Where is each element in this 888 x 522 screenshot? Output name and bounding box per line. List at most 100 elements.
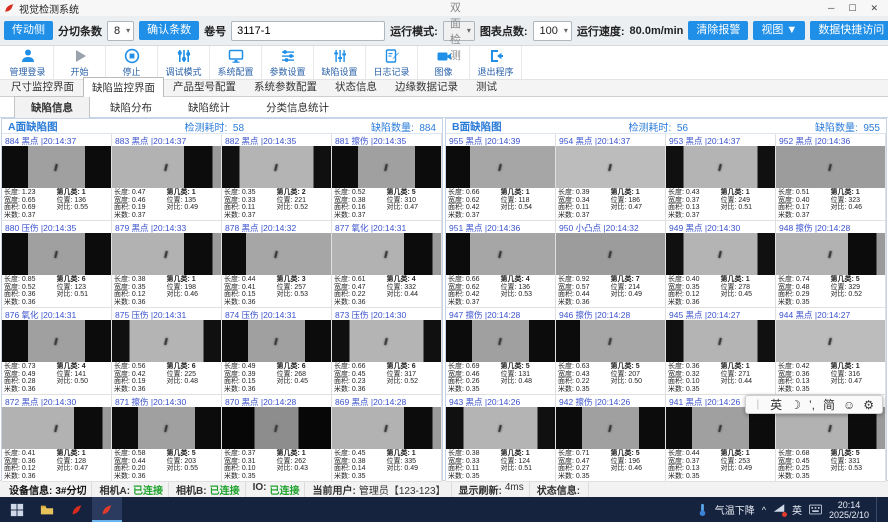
- defect-cell[interactable]: 946 擦伤 |20:14:28长度: 0.63宽度: 0.43面积: 0.22…: [556, 308, 666, 395]
- moon-icon[interactable]: ☽: [790, 398, 801, 412]
- view-menu-button[interactable]: 视图 ▼: [753, 21, 805, 40]
- defect-thumbnail-image[interactable]: [332, 320, 441, 362]
- smiley-icon[interactable]: ☺: [843, 398, 855, 412]
- tab-5[interactable]: 状态信息: [326, 76, 386, 96]
- ime-grip[interactable]: ❘: [754, 399, 762, 410]
- defect-cell[interactable]: 870 黑点 |20:14:28长度: 0.37宽度: 0.31面积: 0.10…: [222, 395, 332, 482]
- tab-1[interactable]: 尺寸监控界面: [2, 76, 83, 96]
- gear-icon[interactable]: ⚙: [863, 398, 874, 412]
- defect-thumbnail-image[interactable]: [666, 320, 775, 362]
- defect-cell[interactable]: 878 黑点 |20:14:32长度: 0.44宽度: 0.41面积: 0.15…: [222, 221, 332, 308]
- defect-cell[interactable]: 873 压伤 |20:14:30长度: 0.66宽度: 0.45面积: 0.23…: [332, 308, 442, 395]
- keyboard-icon[interactable]: [809, 504, 822, 515]
- action-exit[interactable]: 退出程序: [470, 46, 522, 79]
- defect-thumbnail-image[interactable]: [556, 233, 665, 275]
- defect-thumbnail-image[interactable]: [332, 233, 441, 275]
- defect-thumbnail-image[interactable]: [112, 233, 221, 275]
- app-icon-active[interactable]: [92, 497, 122, 522]
- defect-thumbnail-image[interactable]: [666, 233, 775, 275]
- language-indicator[interactable]: 英: [792, 502, 802, 517]
- defect-cell[interactable]: 876 氧化 |20:14:31长度: 0.73宽度: 0.49面积: 0.28…: [2, 308, 112, 395]
- quick-access-menu-button[interactable]: 数据快捷访问 ▼: [810, 21, 888, 40]
- defect-thumbnail-image[interactable]: [2, 146, 111, 188]
- defect-thumbnail-image[interactable]: [222, 320, 331, 362]
- weather-text[interactable]: 气温下降: [715, 502, 755, 517]
- defect-cell[interactable]: 955 黑点 |20:14:39长度: 0.66宽度: 0.62面积: 0.42…: [446, 134, 556, 221]
- defect-cell[interactable]: 871 擦伤 |20:14:30长度: 0.58宽度: 0.44面积: 0.20…: [112, 395, 222, 482]
- defect-cell[interactable]: 952 黑点 |20:14:36长度: 0.51宽度: 0.40面积: 0.17…: [776, 134, 886, 221]
- defect-cell[interactable]: 950 小凸点 |20:14:32长度: 0.92宽度: 0.57面积: 0.4…: [556, 221, 666, 308]
- file-explorer-button[interactable]: [32, 497, 62, 522]
- action-log[interactable]: 日志记录: [366, 46, 418, 79]
- defect-thumbnail-image[interactable]: [446, 146, 555, 188]
- defect-cell[interactable]: 943 黑点 |20:14:26长度: 0.38宽度: 0.33面积: 0.11…: [446, 395, 556, 482]
- clear-alarm-button[interactable]: 清除报警: [688, 21, 748, 40]
- subtab-1[interactable]: 缺陷信息: [14, 96, 90, 118]
- hidden-icons-button[interactable]: ^: [762, 505, 766, 515]
- tab-7[interactable]: 测试: [467, 76, 506, 96]
- minimize-button[interactable]: ─: [828, 3, 834, 14]
- app-icon-secondary[interactable]: [62, 497, 92, 522]
- side-left-button[interactable]: 传动侧: [4, 21, 53, 40]
- defect-thumbnail-image[interactable]: [112, 320, 221, 362]
- defect-thumbnail-image[interactable]: [332, 407, 441, 449]
- defect-cell[interactable]: 879 黑点 |20:14:33长度: 0.38宽度: 0.35面积: 0.12…: [112, 221, 222, 308]
- defect-cell[interactable]: 877 氧化 |20:14:31长度: 0.61宽度: 0.47面积: 0.22…: [332, 221, 442, 308]
- action-play[interactable]: 开始: [54, 46, 106, 79]
- tab-2[interactable]: 缺陷监控界面: [83, 77, 164, 97]
- action-user[interactable]: 管理登录: [2, 46, 54, 79]
- run-mode-select[interactable]: 双面检测 ▾: [443, 21, 475, 41]
- chart-points-select[interactable]: 100 ▾: [533, 21, 572, 41]
- defect-thumbnail-image[interactable]: [556, 146, 665, 188]
- defect-cell[interactable]: 880 压伤 |20:14:35长度: 0.85宽度: 0.52面积: 0.36…: [2, 221, 112, 308]
- defect-thumbnail-image[interactable]: [112, 146, 221, 188]
- defect-cell[interactable]: 872 黑点 |20:14:30长度: 0.41宽度: 0.36面积: 0.12…: [2, 395, 112, 482]
- action-stop[interactable]: 停止: [106, 46, 158, 79]
- action-defect-sliders[interactable]: 缺陷设置: [314, 46, 366, 79]
- action-params-sliders[interactable]: 参数设置: [262, 46, 314, 79]
- defect-thumbnail-image[interactable]: [222, 407, 331, 449]
- maximize-button[interactable]: ☐: [848, 3, 856, 14]
- ime-punctuation[interactable]: ’,: [809, 398, 815, 412]
- defect-thumbnail-image[interactable]: [2, 320, 111, 362]
- defect-thumbnail-image[interactable]: [776, 320, 885, 362]
- action-monitor[interactable]: 系统配置: [210, 46, 262, 79]
- confirm-count-button[interactable]: 确认条数: [139, 21, 199, 40]
- defect-cell[interactable]: 948 擦伤 |20:14:28长度: 0.74宽度: 0.48面积: 0.29…: [776, 221, 886, 308]
- defect-cell[interactable]: 875 压伤 |20:14:31长度: 0.56宽度: 0.42面积: 0.19…: [112, 308, 222, 395]
- start-button[interactable]: [2, 497, 32, 522]
- defect-thumbnail-image[interactable]: [2, 407, 111, 449]
- defect-thumbnail-image[interactable]: [666, 146, 775, 188]
- defect-cell[interactable]: 945 黑点 |20:14:27长度: 0.36宽度: 0.32面积: 0.10…: [666, 308, 776, 395]
- taskbar-clock[interactable]: 20:14 2025/2/10: [829, 500, 869, 520]
- defect-cell[interactable]: 953 黑点 |20:14:37长度: 0.43宽度: 0.37面积: 0.13…: [666, 134, 776, 221]
- defect-thumbnail-image[interactable]: [112, 407, 221, 449]
- tab-4[interactable]: 系统参数配置: [245, 76, 326, 96]
- slit-count-select[interactable]: 8 ▾: [107, 21, 134, 41]
- action-debug-sliders[interactable]: 调试模式: [158, 46, 210, 79]
- defect-cell[interactable]: 951 黑点 |20:14:36长度: 0.66宽度: 0.62面积: 0.42…: [446, 221, 556, 308]
- defect-cell[interactable]: 949 黑点 |20:14:30长度: 0.40宽度: 0.35面积: 0.12…: [666, 221, 776, 308]
- defect-cell[interactable]: 869 黑点 |20:14:28长度: 0.45宽度: 0.38面积: 0.14…: [332, 395, 442, 482]
- ime-english-mode[interactable]: 英: [770, 396, 782, 413]
- defect-thumbnail-image[interactable]: [446, 233, 555, 275]
- defect-cell[interactable]: 954 黑点 |20:14:37长度: 0.39宽度: 0.34面积: 0.11…: [556, 134, 666, 221]
- tab-6[interactable]: 边缘数据记录: [386, 76, 467, 96]
- subtab-2[interactable]: 缺陷分布: [94, 97, 168, 118]
- defect-cell[interactable]: 882 黑点 |20:14:35长度: 0.35宽度: 0.33面积: 0.11…: [222, 134, 332, 221]
- defect-thumbnail-image[interactable]: [776, 146, 885, 188]
- defect-thumbnail-image[interactable]: [2, 233, 111, 275]
- defect-thumbnail-image[interactable]: [332, 146, 441, 188]
- defect-thumbnail-image[interactable]: [446, 320, 555, 362]
- defect-thumbnail-image[interactable]: [556, 320, 665, 362]
- subtab-4[interactable]: 分类信息统计: [250, 97, 345, 118]
- defect-cell[interactable]: 883 黑点 |20:14:37长度: 0.47宽度: 0.46面积: 0.19…: [112, 134, 222, 221]
- show-desktop-button[interactable]: [876, 497, 884, 522]
- network-tray-icon[interactable]: [773, 502, 785, 517]
- defect-cell[interactable]: 884 黑点 |20:14:37长度: 1.23宽度: 0.65面积: 0.69…: [2, 134, 112, 221]
- defect-cell[interactable]: 942 擦伤 |20:14:26长度: 0.71宽度: 0.47面积: 0.27…: [556, 395, 666, 482]
- defect-thumbnail-image[interactable]: [446, 407, 555, 449]
- defect-thumbnail-image[interactable]: [222, 233, 331, 275]
- subtab-3[interactable]: 缺陷统计: [172, 97, 246, 118]
- ime-simplified-mode[interactable]: 简: [823, 396, 835, 413]
